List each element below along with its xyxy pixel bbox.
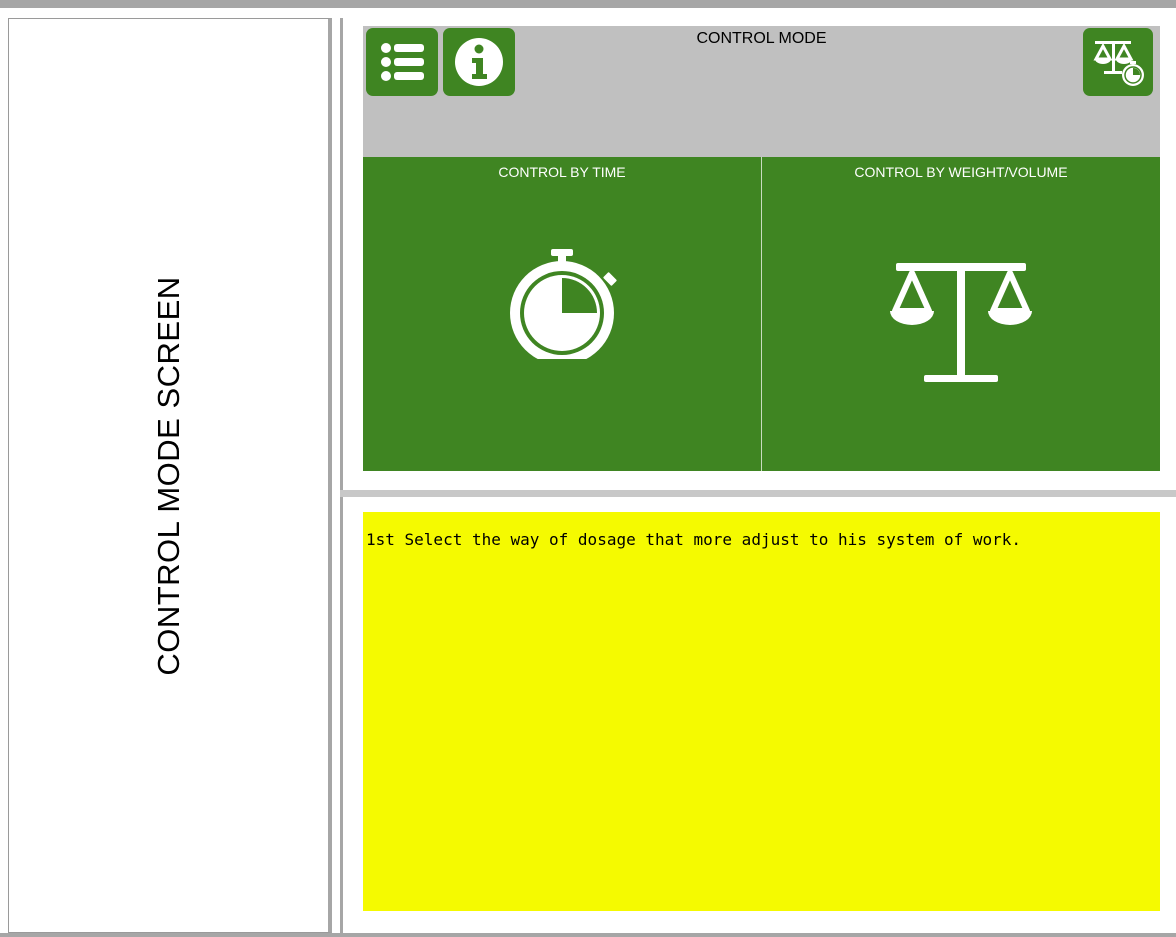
- scale-icon: [890, 263, 1032, 382]
- control-by-weight-label: CONTROL BY WEIGHT/VOLUME: [854, 164, 1068, 180]
- info-button[interactable]: [443, 28, 515, 96]
- top-border: [0, 0, 1176, 8]
- section-divider: [340, 490, 1176, 497]
- control-by-weight-panel[interactable]: CONTROL BY WEIGHT/VOLUME: [762, 157, 1160, 471]
- device-screen: CONTROL MODE CONTROL BY TIME CONTROL BY …: [363, 26, 1160, 471]
- scale-timer-icon: [1093, 41, 1144, 86]
- control-mode-button[interactable]: [1083, 28, 1153, 96]
- info-icon: [455, 38, 503, 86]
- bottom-border: [0, 933, 1176, 937]
- menu-button[interactable]: [366, 28, 438, 96]
- control-by-time-panel[interactable]: CONTROL BY TIME: [363, 157, 761, 471]
- side-title-cell: CONTROL MODE SCREEN: [8, 18, 332, 933]
- list-icon: [381, 43, 424, 81]
- help-box: 1st Select the way of dosage that more a…: [363, 512, 1160, 911]
- help-text: 1st Select the way of dosage that more a…: [366, 530, 1022, 549]
- control-by-time-label: CONTROL BY TIME: [498, 164, 626, 180]
- stopwatch-icon: [510, 249, 617, 359]
- side-title: CONTROL MODE SCREEN: [150, 275, 186, 676]
